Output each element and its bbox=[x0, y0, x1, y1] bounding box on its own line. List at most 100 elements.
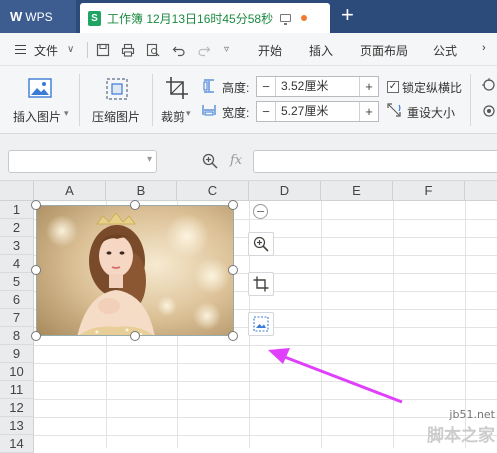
row-header-7[interactable]: 7 bbox=[0, 309, 34, 327]
file-menu-chevron-icon[interactable]: ∨ bbox=[67, 44, 74, 55]
resize-handle-top[interactable] bbox=[130, 200, 140, 210]
height-increase-button[interactable]: + bbox=[359, 77, 378, 96]
reset-size-icon[interactable] bbox=[386, 102, 402, 118]
row-header-9[interactable]: 9 bbox=[0, 345, 34, 363]
resize-handle-top-left[interactable] bbox=[31, 200, 41, 210]
grid-line bbox=[393, 201, 394, 448]
hamburger-menu-icon[interactable] bbox=[15, 45, 26, 54]
title-bar: W WPS S 工作簿 12月13日16时45分58秒 + bbox=[0, 0, 497, 33]
collapse-toolbar-button[interactable] bbox=[253, 204, 268, 219]
image-frame-icon bbox=[253, 316, 269, 332]
insert-picture-icon[interactable] bbox=[28, 78, 52, 100]
row-header-2[interactable]: 2 bbox=[0, 219, 34, 237]
insert-function-icon[interactable]: fx bbox=[230, 153, 242, 168]
print-preview-icon[interactable] bbox=[146, 43, 160, 57]
reset-size-button[interactable]: 重设大小 bbox=[407, 104, 455, 121]
width-decrease-button[interactable]: − bbox=[257, 102, 276, 121]
resize-handle-bottom-left[interactable] bbox=[31, 331, 41, 341]
crop-dropdown-icon[interactable]: ▾ bbox=[186, 108, 191, 119]
width-stepper[interactable]: − 5.27厘米 + bbox=[256, 101, 379, 122]
lock-aspect-ratio-label[interactable]: 锁定纵横比 bbox=[402, 79, 462, 96]
quick-access-dropdown-icon[interactable]: ▿ bbox=[224, 44, 229, 55]
row-header-11[interactable]: 11 bbox=[0, 381, 34, 399]
inserted-picture[interactable] bbox=[36, 205, 234, 336]
column-header-d[interactable]: D bbox=[249, 181, 321, 201]
height-stepper[interactable]: − 3.52厘米 + bbox=[256, 76, 379, 97]
redo-icon[interactable] bbox=[197, 43, 211, 57]
row-header-3[interactable]: 3 bbox=[0, 237, 34, 255]
column-header-a[interactable]: A bbox=[34, 181, 106, 201]
print-icon[interactable] bbox=[121, 43, 135, 57]
menu-tab-home[interactable]: 开始 bbox=[258, 42, 282, 59]
width-icon bbox=[202, 105, 216, 116]
column-header-partial[interactable] bbox=[465, 181, 497, 201]
ribbon-divider bbox=[79, 74, 80, 126]
crop-button[interactable]: 裁剪 bbox=[161, 108, 185, 125]
watermark-name: 脚本之家 bbox=[427, 426, 495, 446]
menu-divider bbox=[87, 42, 88, 58]
compress-picture-button[interactable]: 压缩图片 bbox=[92, 108, 140, 125]
portrait-photo bbox=[37, 206, 233, 335]
insert-picture-dropdown-icon[interactable]: ▾ bbox=[64, 108, 69, 119]
picture-replace-button[interactable] bbox=[248, 312, 274, 336]
picture-zoom-button[interactable] bbox=[248, 232, 274, 256]
watermark: jb51.net 脚本之家 bbox=[427, 408, 495, 446]
row-header-12[interactable]: 12 bbox=[0, 399, 34, 417]
zoom-formula-icon[interactable] bbox=[202, 153, 218, 169]
name-box[interactable] bbox=[8, 150, 157, 173]
compress-picture-icon[interactable] bbox=[106, 78, 128, 100]
lock-aspect-ratio-checkbox[interactable]: ✓ bbox=[387, 81, 399, 93]
file-menu[interactable]: 文件 bbox=[34, 42, 58, 59]
new-tab-button[interactable]: + bbox=[341, 3, 354, 27]
picture-color-icon[interactable] bbox=[482, 78, 496, 92]
height-label: 高度: bbox=[222, 81, 250, 95]
document-tab-title: 工作簿 12月13日16时45分58秒 bbox=[107, 11, 274, 26]
insert-picture-button[interactable]: 插入图片 bbox=[13, 108, 61, 125]
row-header-13[interactable]: 13 bbox=[0, 417, 34, 435]
resize-handle-bottom[interactable] bbox=[130, 331, 140, 341]
row-header-14[interactable]: 14 bbox=[0, 435, 34, 453]
picture-effects-icon[interactable] bbox=[482, 104, 496, 118]
resize-handle-left[interactable] bbox=[31, 265, 41, 275]
row-header-1[interactable]: 1 bbox=[0, 201, 34, 219]
watermark-url: jb51.net bbox=[449, 408, 495, 421]
resize-handle-right[interactable] bbox=[228, 265, 238, 275]
zoom-in-icon bbox=[253, 236, 269, 252]
menu-tab-page-layout[interactable]: 页面布局 bbox=[360, 42, 408, 59]
formula-input[interactable] bbox=[253, 150, 497, 173]
column-header-c[interactable]: C bbox=[177, 181, 249, 201]
grid-line bbox=[321, 201, 322, 448]
picture-crop-button[interactable] bbox=[248, 272, 274, 296]
row-header-4[interactable]: 4 bbox=[0, 255, 34, 273]
undo-icon[interactable] bbox=[172, 43, 186, 57]
menu-tab-insert[interactable]: 插入 bbox=[309, 42, 333, 59]
height-input[interactable]: 3.52厘米 bbox=[276, 77, 359, 96]
menu-bar: 文件 ∨ ▿ 开始 插入 页面布局 公式 › bbox=[0, 33, 497, 66]
more-menu-chevron-icon[interactable]: › bbox=[482, 42, 486, 54]
save-icon[interactable] bbox=[96, 43, 110, 57]
row-header-8[interactable]: 8 bbox=[0, 327, 34, 345]
annotation-arrow bbox=[268, 348, 403, 404]
formula-bar: fx bbox=[0, 134, 497, 181]
width-input[interactable]: 5.27厘米 bbox=[276, 102, 359, 121]
resize-handle-bottom-right[interactable] bbox=[228, 331, 238, 341]
monitor-icon[interactable] bbox=[280, 14, 292, 25]
width-increase-button[interactable]: + bbox=[359, 102, 378, 121]
height-decrease-button[interactable]: − bbox=[257, 77, 276, 96]
ribbon-divider bbox=[470, 74, 471, 126]
column-header-e[interactable]: E bbox=[321, 181, 393, 201]
column-header-b[interactable]: B bbox=[106, 181, 177, 201]
wps-app-label: WPS bbox=[25, 9, 53, 24]
menu-tab-formulas[interactable]: 公式 bbox=[433, 42, 457, 59]
column-header-f[interactable]: F bbox=[393, 181, 465, 201]
crop-icon[interactable] bbox=[165, 76, 189, 100]
row-header-5[interactable]: 5 bbox=[0, 273, 34, 291]
select-all-corner[interactable] bbox=[0, 181, 34, 201]
document-tab[interactable]: S 工作簿 12月13日16时45分58秒 bbox=[80, 3, 330, 33]
row-header-6[interactable]: 6 bbox=[0, 291, 34, 309]
row-header-10[interactable]: 10 bbox=[0, 363, 34, 381]
wps-home-tab[interactable]: W WPS bbox=[0, 0, 76, 33]
resize-handle-top-right[interactable] bbox=[228, 200, 238, 210]
wps-logo-icon: W bbox=[10, 9, 22, 24]
width-label: 宽度: bbox=[222, 106, 250, 120]
